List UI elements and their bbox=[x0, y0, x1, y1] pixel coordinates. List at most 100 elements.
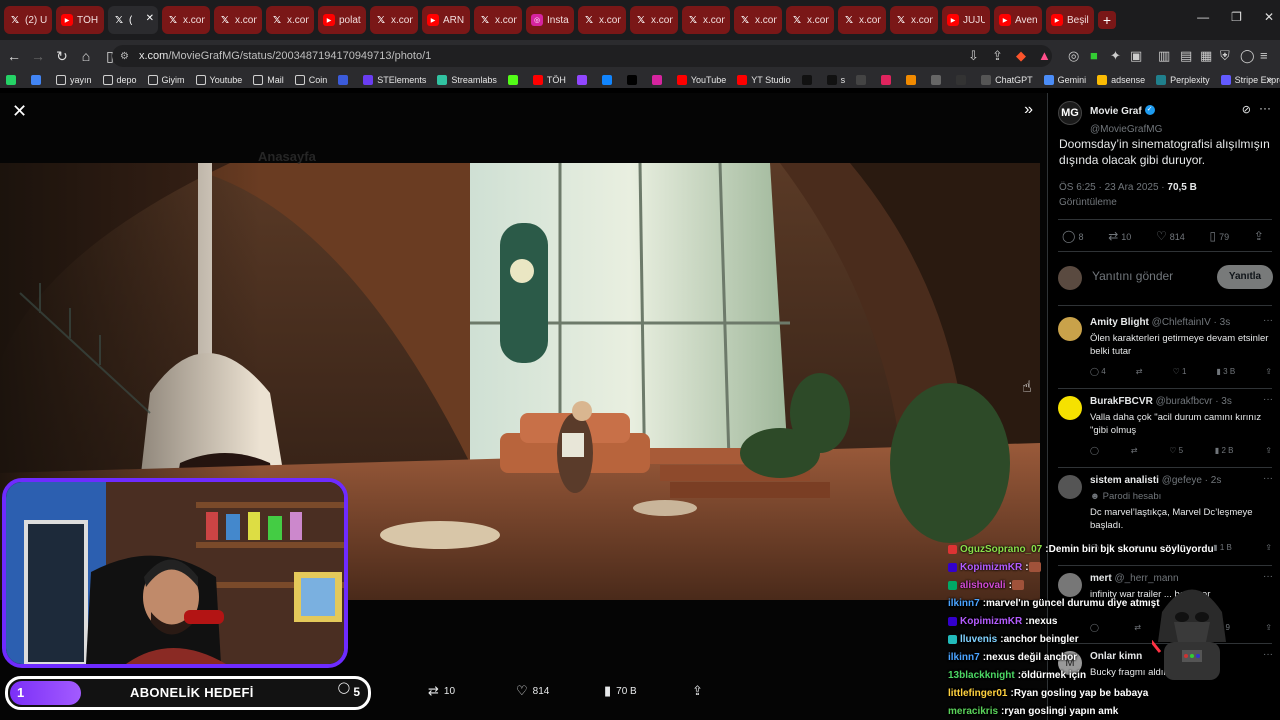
browser-tab[interactable]: ▶ JUJU bbox=[942, 6, 990, 34]
bookmark-item[interactable] bbox=[801, 75, 816, 85]
reply-avatar[interactable] bbox=[1058, 317, 1082, 341]
more-icon[interactable]: ··· bbox=[1263, 649, 1273, 660]
share-icon[interactable]: ⇪ bbox=[1265, 446, 1272, 455]
bookmark-item[interactable] bbox=[856, 75, 870, 85]
minimize-icon[interactable]: — bbox=[1197, 10, 1209, 24]
collapse-sidebar-icon[interactable]: » bbox=[1024, 101, 1033, 119]
bookmark-item[interactable]: TÖH bbox=[532, 75, 566, 85]
bookmark-item[interactable] bbox=[956, 75, 970, 85]
more-icon[interactable]: ··· bbox=[1263, 571, 1273, 582]
browser-tab[interactable]: ◎ Insta bbox=[526, 6, 574, 34]
browser-tab[interactable]: 𝕏x.com bbox=[786, 6, 834, 34]
vpn-icon[interactable]: ⛨ bbox=[1220, 48, 1230, 64]
more-icon[interactable]: ··· bbox=[1259, 101, 1271, 115]
reply-avatar[interactable] bbox=[1058, 396, 1082, 420]
more-icon[interactable]: ··· bbox=[1263, 473, 1273, 484]
reply-item[interactable]: Amity Blight @ChleftainIV · 3s ··· Ölen … bbox=[1058, 315, 1273, 385]
restore-icon[interactable]: ❐ bbox=[1231, 10, 1242, 24]
more-icon[interactable]: ··· bbox=[1263, 315, 1273, 326]
reply-item[interactable]: BurakFBCVR @burakfbcvr · 3s ··· Valla da… bbox=[1058, 394, 1273, 464]
bookmark-item[interactable] bbox=[651, 75, 666, 85]
reply-author[interactable]: sistem analisti bbox=[1090, 475, 1159, 486]
bookmark-item[interactable]: Youtube bbox=[195, 75, 242, 85]
retweet-icon[interactable]: ⇄ bbox=[1136, 367, 1143, 376]
browser-tab[interactable]: ▶ Beşil bbox=[1046, 6, 1094, 34]
brave-shield-icon[interactable]: ◆ bbox=[1016, 48, 1026, 64]
views-icon[interactable]: ▮ 2 B bbox=[1215, 446, 1234, 455]
reply-icon[interactable]: ◯ bbox=[1090, 446, 1099, 455]
bookmark-item[interactable]: STElements bbox=[363, 75, 426, 85]
wallet-icon[interactable]: ▤ bbox=[1180, 48, 1192, 64]
bookmark-item[interactable] bbox=[601, 75, 616, 85]
rewards-icon[interactable]: ▲ bbox=[1038, 48, 1051, 63]
bookmark-item[interactable]: depo bbox=[102, 75, 137, 85]
new-tab-button[interactable]: + bbox=[1098, 11, 1116, 29]
more-bookmarks-icon[interactable]: » bbox=[1266, 74, 1272, 85]
bookmark-item[interactable]: Perplexity bbox=[1156, 75, 1210, 85]
bookmark-item[interactable]: Coin bbox=[294, 75, 327, 85]
bookmark-item[interactable] bbox=[881, 75, 895, 85]
browser-tab[interactable]: ▶ TÖH bbox=[56, 6, 104, 34]
sidebar-icon[interactable]: ▥ bbox=[1158, 48, 1170, 64]
browser-tab[interactable]: 𝕏x.com bbox=[890, 6, 938, 34]
bookmark-item[interactable] bbox=[906, 75, 920, 85]
bookmark-item[interactable]: yayın bbox=[56, 75, 92, 85]
puzzle-icon[interactable]: ✦ bbox=[1110, 48, 1121, 64]
profile-icon[interactable]: ◯ bbox=[1240, 48, 1255, 64]
back-icon[interactable]: ← bbox=[4, 48, 24, 64]
bookmark-item[interactable] bbox=[31, 75, 45, 85]
retweet-icon[interactable]: ⇄ bbox=[1131, 446, 1138, 455]
extension-icon[interactable]: ■ bbox=[1090, 48, 1098, 63]
reply-stat[interactable]: ◯ 8 bbox=[1062, 229, 1083, 243]
bookmark-item[interactable] bbox=[931, 75, 945, 85]
url-field[interactable]: ⚙ x.com/MovieGrafMG/status/2003487194170… bbox=[112, 45, 1052, 67]
bookmark-item[interactable] bbox=[507, 75, 522, 85]
browser-tab[interactable]: 𝕏x.com bbox=[370, 6, 418, 34]
reply-avatar[interactable] bbox=[1058, 475, 1082, 499]
bookmark-item[interactable]: YT Studio bbox=[737, 75, 791, 85]
media-share-action[interactable]: ⇪ bbox=[692, 683, 708, 699]
close-icon[interactable]: ✕ bbox=[12, 101, 27, 122]
reload-icon[interactable]: ↻ bbox=[52, 48, 72, 65]
grok-icon[interactable]: ⊘ bbox=[1242, 103, 1251, 116]
browser-tab[interactable]: 𝕏x.com bbox=[578, 6, 626, 34]
bookmark-item[interactable] bbox=[338, 75, 352, 85]
reply-author[interactable]: BurakFBCVR bbox=[1090, 396, 1153, 407]
tweet-time[interactable]: ÖS 6:25 · 23 Ara 2025 · bbox=[1059, 182, 1167, 193]
retweet-stat[interactable]: ⇄ 10 bbox=[1108, 229, 1131, 243]
bookmark-item[interactable] bbox=[626, 75, 641, 85]
bookmark-item[interactable]: Gemini bbox=[1043, 75, 1086, 85]
views-icon[interactable]: ▮ 3 B bbox=[1217, 367, 1236, 376]
bookmark-item[interactable]: YouTube bbox=[676, 75, 726, 85]
browser-tab[interactable]: ▶ polat bbox=[318, 6, 366, 34]
author-info[interactable]: Movie Graf ✓ @MovieGrafMG bbox=[1090, 101, 1162, 137]
browser-tab[interactable]: 𝕏x.com bbox=[734, 6, 782, 34]
wallet-icon[interactable]: ▦ bbox=[1200, 48, 1212, 64]
media-views-action[interactable]: ▮ 70 B bbox=[604, 683, 637, 699]
author-avatar[interactable]: MG bbox=[1058, 101, 1082, 125]
browser-tab[interactable]: 𝕏x.com bbox=[682, 6, 730, 34]
extension-icon[interactable]: ◎ bbox=[1068, 48, 1079, 64]
more-icon[interactable]: ··· bbox=[1263, 394, 1273, 405]
reply-author[interactable]: Amity Blight bbox=[1090, 317, 1149, 328]
browser-tab[interactable]: 𝕏x.com bbox=[214, 6, 262, 34]
install-icon[interactable]: ⇩ bbox=[968, 48, 979, 64]
bookmark-item[interactable]: Mail bbox=[253, 75, 284, 85]
heart-icon[interactable]: ♡ 5 bbox=[1169, 446, 1183, 455]
media-like-action[interactable]: ♡ 814 bbox=[516, 683, 549, 699]
bookmark-item[interactable] bbox=[576, 75, 591, 85]
close-window-icon[interactable]: ✕ bbox=[1264, 10, 1274, 24]
browser-tab[interactable]: ▶ Aven bbox=[994, 6, 1042, 34]
browser-tab[interactable]: 𝕏 (✕ bbox=[108, 6, 158, 34]
share-icon[interactable]: ⇪ bbox=[992, 48, 1003, 64]
bookmark-item[interactable]: adsense bbox=[1097, 75, 1145, 85]
heart-icon[interactable]: ♡ 1 bbox=[1173, 367, 1187, 376]
menu-icon[interactable]: ≡ bbox=[1260, 48, 1268, 63]
reply-input[interactable]: Yanıtını gönder bbox=[1092, 269, 1173, 283]
browser-tab[interactable]: 𝕏x.com bbox=[162, 6, 210, 34]
extension-icon[interactable]: ▣ bbox=[1130, 48, 1142, 64]
site-info-icon[interactable]: ⚙ bbox=[120, 51, 129, 62]
share-icon[interactable]: ⇪ bbox=[1265, 367, 1272, 376]
share-icon[interactable]: ⇪ bbox=[1265, 623, 1272, 632]
tab-close-icon[interactable]: ✕ bbox=[146, 13, 154, 24]
